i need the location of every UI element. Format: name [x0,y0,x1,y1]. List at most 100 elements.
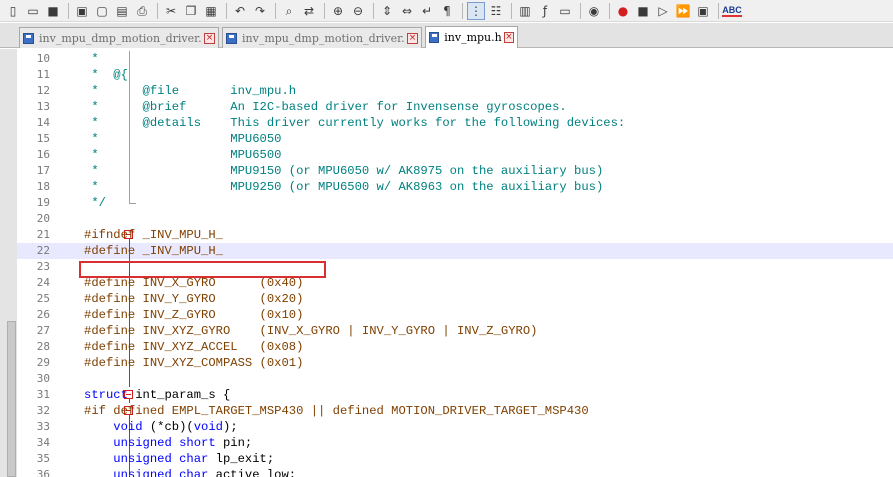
code-editor[interactable]: 10 * 11 * @{12 * @file inv_mpu.h 13 * @bri… [0,49,893,477]
open-folder-icon[interactable]: ▭ [24,2,42,20]
code-line[interactable]: 19 */ [17,195,893,211]
code-line[interactable]: 29 #define INV_XYZ_COMPASS (0x01) [17,355,893,371]
user-lang-icon[interactable]: ☷ [487,2,505,20]
folder-as-workspace-icon[interactable]: ▭ [556,2,574,20]
toolbar-separator [275,2,276,19]
line-number: 35 [36,452,50,465]
sync-vertical-icon[interactable]: ⇕ [378,2,396,20]
code-token-comment: * MPU6050 [84,132,282,146]
sync-horizontal-icon[interactable]: ⇔ [398,2,416,20]
close-tab-icon[interactable]: × [503,32,514,43]
code-line[interactable]: 36 unsigned char active_low; [17,467,893,477]
save-all-icon[interactable]: ▣ [73,2,91,20]
code-line[interactable]: 28 #define INV_XYZ_ACCEL (0x08) [17,339,893,355]
code-text: unsigned char lp_exit; [84,451,274,467]
code-line[interactable]: 11 * @{ [17,67,893,83]
redo-icon[interactable]: ↷ [251,2,269,20]
code-line[interactable]: 22 #define _INV_MPU_H_ [17,243,893,259]
code-text: #define _INV_MPU_H_ [84,243,223,259]
close-all-icon[interactable]: ▤ [113,2,131,20]
record-macro-icon[interactable]: ● [614,2,632,20]
code-text: unsigned char active_low; [84,467,296,477]
vertical-scrollbar-track[interactable] [0,49,17,477]
tab-label: inv_mpu_dmp_motion_driver.c [39,31,202,45]
code-token-kw: unsigned char [113,452,209,466]
code-token-pre: #define INV_X_GYRO (0x40) [84,276,304,290]
fold-collapse-icon[interactable] [70,387,133,403]
close-tab-icon[interactable]: × [204,32,215,44]
code-line[interactable]: 20 [17,211,893,227]
fold-guide [70,83,130,99]
code-line[interactable]: 35 unsigned char lp_exit; [17,451,893,467]
show-all-chars-icon[interactable]: ¶ [438,2,456,20]
code-token-comment: * @details This driver currently works f… [84,116,626,130]
find-icon[interactable]: ⌕ [280,2,298,20]
stop-record-icon[interactable]: ■ [634,2,652,20]
code-line[interactable]: 27 #define INV_XYZ_GYRO (INV_X_GYRO | INV… [17,323,893,339]
code-line[interactable]: 21 #ifndef _INV_MPU_H_ [17,227,893,243]
code-line[interactable]: 26 #define INV_Z_GYRO (0x10) [17,307,893,323]
code-token-pre: #define INV_Z_GYRO (0x10) [84,308,304,322]
code-line[interactable]: 33 void (*cb)(void); [17,419,893,435]
copy-icon[interactable]: ❐ [182,2,200,20]
fold-guide [70,163,130,179]
code-line[interactable]: 14 * @details This driver currently work… [17,115,893,131]
code-line[interactable]: 13 * @brief An I2C-based driver for Inve… [17,99,893,115]
fold-guide [70,51,130,67]
code-line[interactable]: 32 #if defined EMPL_TARGET_MSP430 || defi… [17,403,893,419]
paste-icon[interactable]: ▦ [202,2,220,20]
tab-inv-mpu-h[interactable]: inv_mpu.h × [425,26,518,48]
code-line[interactable]: 25 #define INV_Y_GYRO (0x20) [17,291,893,307]
print-icon[interactable]: ⎙ [133,2,151,20]
play-macro-icon[interactable]: ▷ [654,2,672,20]
doc-map-icon[interactable]: ▥ [516,2,534,20]
code-line[interactable]: 34 unsigned short pin; [17,435,893,451]
fold-collapse-icon[interactable] [70,403,133,419]
zoom-in-icon[interactable]: ⊕ [329,2,347,20]
close-tab-icon[interactable]: × [407,32,418,44]
fold-collapse-icon[interactable] [70,227,133,243]
code-line[interactable]: 15 * MPU6050 [17,131,893,147]
code-token-kw: struct [84,388,128,402]
code-token-text: ); [223,420,238,434]
run-macro-multiple-icon[interactable]: ⏩ [674,2,692,20]
code-line[interactable]: 31 struct int_param_s { [17,387,893,403]
code-token-pre: #ifndef _INV_MPU_H_ [84,228,223,242]
code-text: #define INV_Y_GYRO (0x20) [84,291,303,307]
code-line[interactable]: 17 * MPU9150 (or MPU6050 w/ AK8975 on th… [17,163,893,179]
line-number: 20 [36,212,50,225]
code-token-kw: unsigned char [113,468,209,477]
code-text: struct int_param_s { [84,387,230,403]
fold-guide [70,131,130,147]
code-line[interactable]: 30 [17,371,893,387]
code-text: * MPU6500 [84,147,281,163]
indent-guide-icon[interactable]: ⋮ [467,1,485,20]
code-line[interactable]: 18 * MPU9250 (or MPU6500 w/ AK8963 on th… [17,179,893,195]
line-number: 25 [36,292,50,305]
spell-check-icon[interactable]: ABC [722,2,742,20]
close-icon[interactable]: ▢ [93,2,111,20]
main-toolbar: ▯ ▭ ■ ▣ ▢ ▤ ⎙ ✂ ❐ ▦ ↶ ↷ ⌕ ⇄ ⊕ ⊖ ⇕ ⇔ ↵ ¶ ⋮ ☷ ▥ ƒ ▭ ◉ ● ■ ▷ ⏩ ▣ ABC [0,0,893,22]
zoom-out-icon[interactable]: ⊖ [349,2,367,20]
code-token-pre: #define INV_Y_GYRO (0x20) [84,292,304,306]
save-icon[interactable]: ■ [44,2,62,20]
new-file-icon[interactable]: ▯ [4,2,22,20]
spell-check-label: ABC [722,4,742,17]
code-line[interactable]: 10 * [17,51,893,67]
code-line[interactable]: 12 * @file inv_mpu.h [17,83,893,99]
cut-icon[interactable]: ✂ [162,2,180,20]
undo-icon[interactable]: ↶ [231,2,249,20]
word-wrap-icon[interactable]: ↵ [418,2,436,20]
vertical-scrollbar-thumb[interactable] [7,321,16,477]
function-list-icon[interactable]: ƒ [536,2,554,20]
monitoring-icon[interactable]: ◉ [585,2,603,20]
line-number: 28 [36,340,50,353]
toolbar-separator [373,2,374,19]
tab-inv-mpu-dmp-motion-driver-h[interactable]: inv_mpu_dmp_motion_driver.h × [222,27,422,48]
replace-icon[interactable]: ⇄ [300,2,318,20]
toolbar-separator [580,2,581,19]
code-line[interactable]: 16 * MPU6500 [17,147,893,163]
tab-inv-mpu-dmp-motion-driver-c[interactable]: inv_mpu_dmp_motion_driver.c × [19,27,219,48]
save-macro-icon[interactable]: ▣ [694,2,712,20]
